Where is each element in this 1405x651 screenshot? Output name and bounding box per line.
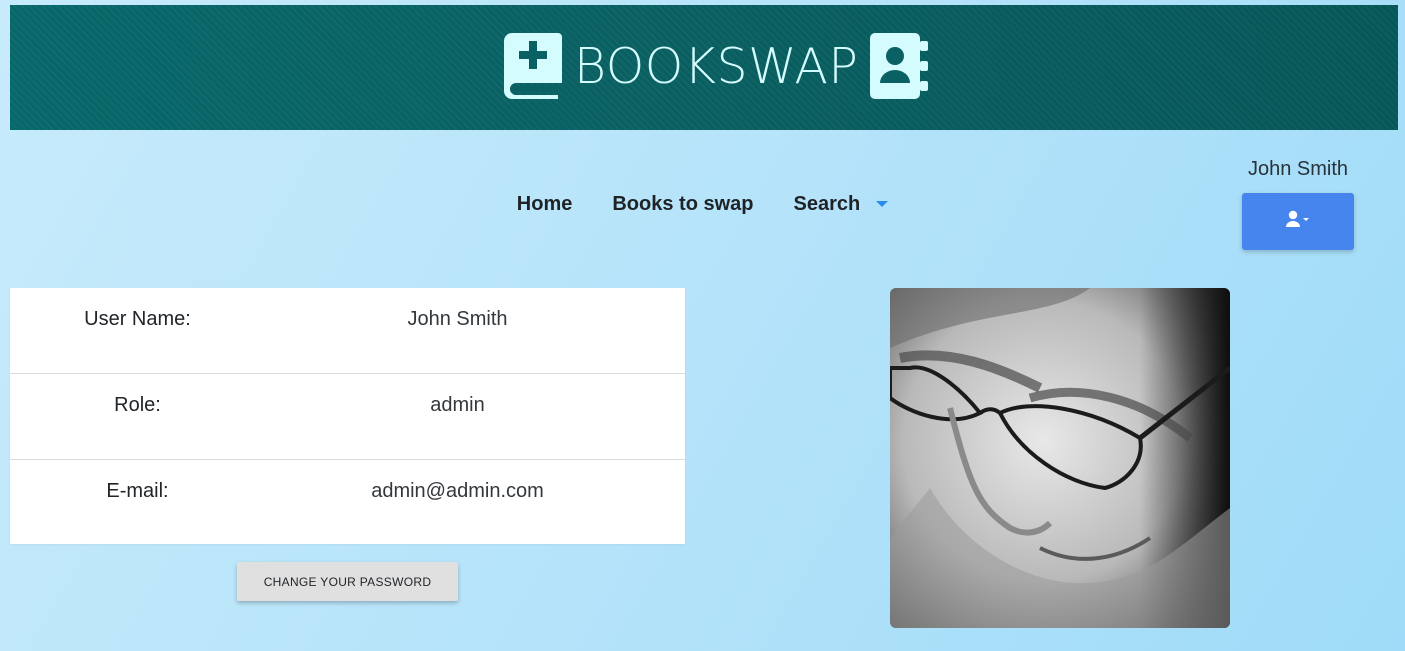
- header-banner: BOOKSWAP: [10, 5, 1398, 130]
- user-menu-button[interactable]: [1242, 193, 1354, 250]
- address-book-icon: [868, 31, 930, 101]
- change-password-button[interactable]: CHANGE YOUR PASSWORD: [237, 562, 458, 601]
- caret-down-icon: [876, 200, 889, 207]
- role-label: Role:: [114, 394, 161, 416]
- email-label: E-mail:: [106, 480, 169, 502]
- user-photo: [890, 288, 1230, 628]
- profile-row-role: Role: admin: [10, 374, 685, 460]
- role-value: admin: [430, 394, 485, 416]
- profile-row-username: User Name: John Smith: [10, 288, 685, 374]
- nav-home-label: Home: [516, 193, 573, 215]
- nav-search-label: Search: [793, 193, 861, 215]
- user-icon: [1285, 210, 1311, 233]
- brand-logo[interactable]: BOOKSWAP: [502, 27, 930, 105]
- nav-home[interactable]: Home: [517, 193, 573, 216]
- username-label: User Name:: [84, 308, 191, 330]
- email-value: admin@admin.com: [371, 480, 544, 502]
- username-value: John Smith: [407, 308, 508, 330]
- main-nav: Home Books to swap Search: [0, 193, 1405, 216]
- nav-books-to-swap-label: Books to swap: [612, 193, 754, 215]
- brand-name: BOOKSWAP: [574, 37, 859, 95]
- avatar: [890, 288, 1230, 628]
- nav-books-to-swap[interactable]: Books to swap: [612, 193, 753, 216]
- book-plus-icon: [502, 31, 564, 101]
- profile-row-email: E-mail: admin@admin.com: [10, 460, 685, 546]
- current-user-name: John Smith: [1247, 158, 1349, 180]
- profile-details-card: User Name: John Smith Role: admin E-mail…: [10, 288, 685, 544]
- nav-search-dropdown[interactable]: Search: [794, 193, 889, 216]
